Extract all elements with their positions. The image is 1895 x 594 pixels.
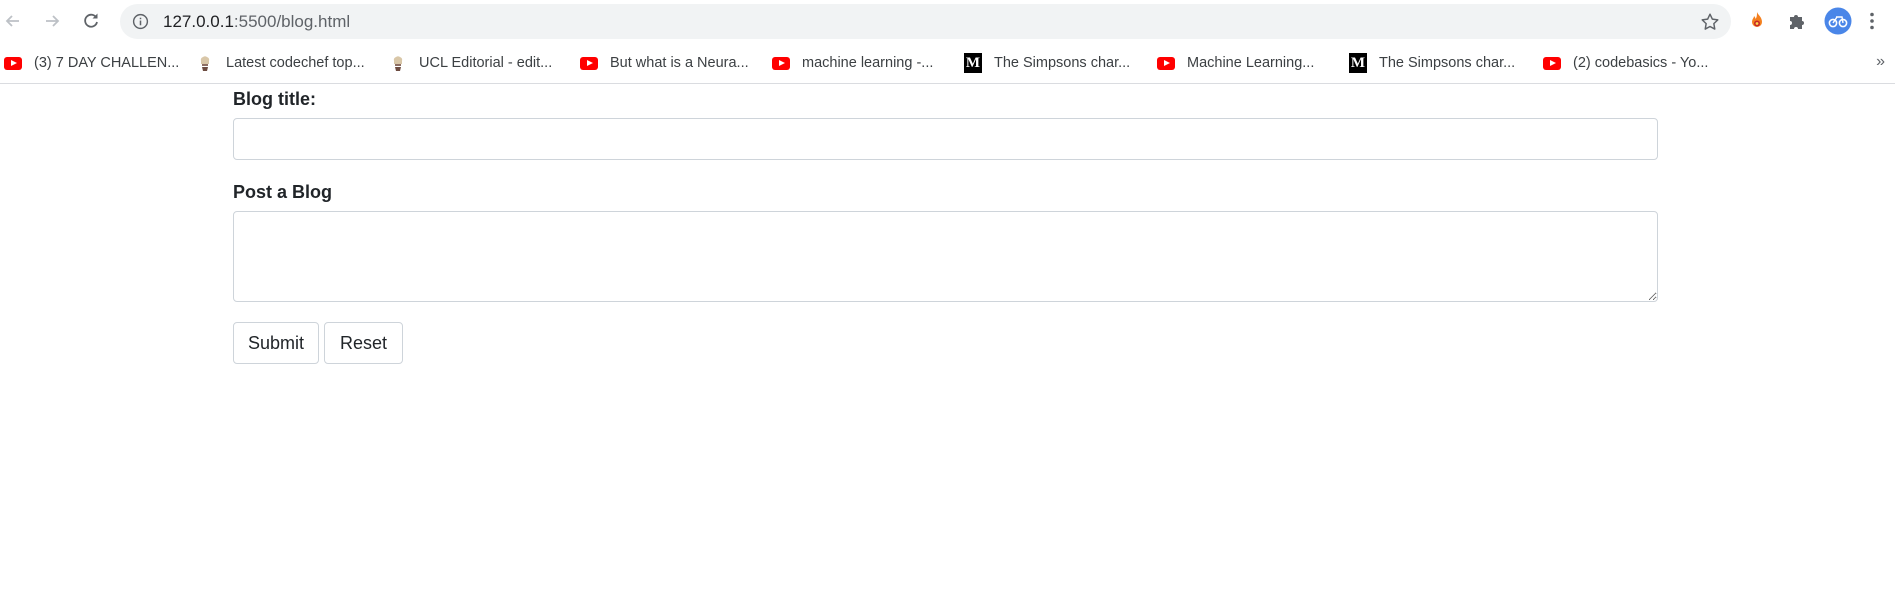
bookmarks-bar: (3) 7 DAY CHALLEN... Latest codechef top…: [0, 42, 1895, 84]
info-icon[interactable]: [132, 13, 149, 30]
bookmark-item[interactable]: M The Simpsons char...: [964, 52, 1130, 74]
bookmark-label: (3) 7 DAY CHALLEN...: [34, 55, 180, 71]
bookmark-label: machine learning -...: [802, 55, 934, 71]
url-host: 127.0.0.1: [163, 12, 234, 31]
bookmark-item[interactable]: (2) codebasics - Yo...: [1543, 52, 1708, 74]
youtube-icon: [772, 54, 790, 72]
forward-arrow-icon: [46, 15, 60, 27]
bookmark-label: But what is a Neura...: [610, 55, 749, 71]
browser-toolbar: 127.0.0.1:5500/blog.html: [0, 0, 1895, 42]
medium-icon: M: [1349, 53, 1367, 73]
codechef-icon: [389, 54, 407, 72]
youtube-icon: [580, 54, 598, 72]
youtube-icon: [4, 54, 22, 72]
blog-title-input[interactable]: [233, 118, 1658, 160]
fire-extension-icon[interactable]: [1745, 9, 1769, 33]
bookmark-label: The Simpsons char...: [994, 55, 1131, 71]
profile-avatar-icon[interactable]: [1824, 7, 1852, 35]
kebab-menu-icon[interactable]: [1862, 9, 1882, 33]
bookmark-label: The Simpsons char...: [1379, 55, 1516, 71]
bookmark-item[interactable]: Machine Learning...: [1157, 52, 1314, 74]
post-blog-textarea[interactable]: [233, 211, 1658, 302]
submit-button[interactable]: Submit: [233, 322, 319, 364]
bookmark-item[interactable]: UCL Editorial - edit...: [389, 52, 552, 74]
back-button[interactable]: [1, 9, 25, 33]
reload-button[interactable]: [79, 9, 103, 33]
youtube-icon: [1543, 54, 1561, 72]
bookmark-label: (2) codebasics - Yo...: [1573, 55, 1709, 71]
post-blog-label: Post a Blog: [233, 182, 333, 202]
bookmark-item[interactable]: But what is a Neura...: [580, 52, 749, 74]
bookmark-label: Machine Learning...: [1187, 55, 1315, 71]
forward-button[interactable]: [40, 9, 64, 33]
reload-icon: [84, 13, 98, 28]
blog-title-label: Blog title:: [233, 89, 316, 109]
reset-button[interactable]: Reset: [324, 322, 403, 364]
star-icon[interactable]: [1699, 11, 1721, 33]
bookmark-label: Latest codechef top...: [226, 55, 365, 71]
bookmark-label: UCL Editorial - edit...: [419, 55, 553, 71]
bookmark-item[interactable]: Latest codechef top...: [196, 52, 365, 74]
codechef-icon: [196, 54, 214, 72]
bookmark-item[interactable]: (3) 7 DAY CHALLEN...: [4, 52, 179, 74]
bookmarks-overflow-button[interactable]: »: [1876, 53, 1885, 71]
url-path: :5500/blog.html: [233, 12, 351, 31]
medium-icon: M: [964, 53, 982, 73]
address-bar[interactable]: 127.0.0.1:5500/blog.html: [120, 4, 1731, 39]
back-arrow-icon: [5, 15, 19, 27]
url-text[interactable]: 127.0.0.1:5500/blog.html: [163, 12, 350, 31]
puzzle-extensions-icon[interactable]: [1785, 9, 1809, 33]
bookmark-item[interactable]: M The Simpsons char...: [1349, 52, 1515, 74]
bookmark-item[interactable]: machine learning -...: [772, 52, 933, 74]
page-content: Blog title: Post a Blog Submit Reset: [0, 85, 1895, 594]
youtube-icon: [1157, 54, 1175, 72]
